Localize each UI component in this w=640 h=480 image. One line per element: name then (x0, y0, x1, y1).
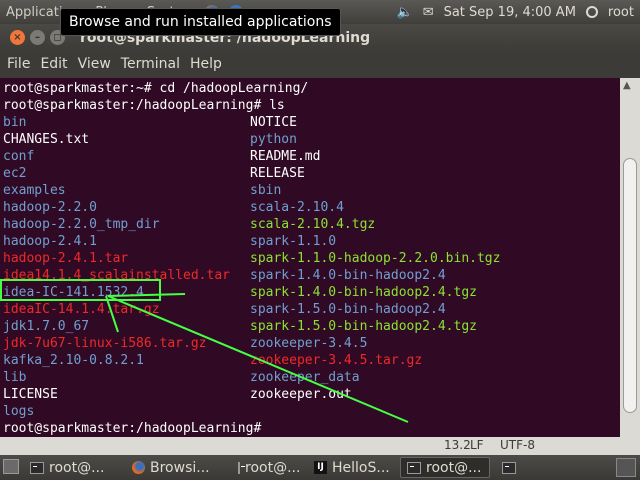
task-browser[interactable]: Browsi... (126, 457, 230, 478)
file-entry: python (250, 132, 297, 147)
volume-icon[interactable]: 🔈 (397, 5, 413, 20)
task-terminal-2[interactable]: root@... (232, 457, 306, 478)
terminal-icon (407, 461, 421, 474)
file-entry: conf (3, 149, 35, 164)
file-entry: lib (3, 370, 27, 385)
task-terminal-1[interactable]: root@... (24, 457, 124, 478)
line-ending: LF (470, 438, 484, 452)
file-entry: zookeeper_data (250, 370, 360, 385)
menu-edit[interactable]: Edit (40, 56, 67, 72)
file-entry: spark-1.1.0-hadoop-2.2.0.bin.tgz (250, 251, 501, 266)
task-terminal-3[interactable]: root@... (400, 457, 490, 478)
file-entry: idea14.1.4_scalainstalled.tar (3, 268, 230, 283)
task-label: root@... (245, 459, 301, 476)
clock[interactable]: Sat Sep 19, 4:00 AM (444, 5, 576, 20)
menu-view[interactable]: View (78, 56, 111, 72)
file-entry: ec2 (3, 166, 27, 181)
task-terminal-4[interactable] (496, 457, 522, 478)
file-entry: bin (3, 115, 27, 130)
file-entry: spark-1.5.0-bin-hadoop2.4 (250, 302, 446, 317)
file-entry: jdk-7u67-linux-i586.tar.gz (3, 336, 207, 351)
menu-help[interactable]: Help (190, 56, 222, 72)
file-entry: jdk1.7.0_67 (3, 319, 90, 334)
taskbar: root@... Browsi... root@... IJ HelloS...… (0, 455, 640, 480)
menu-file[interactable]: File (7, 56, 30, 72)
command-line: root@sparkmaster:/hadoopLearning# ls (3, 98, 285, 113)
scrollbar[interactable]: ▲ (620, 78, 640, 437)
file-entry: hadoop-2.2.0 (3, 200, 97, 215)
file-entry: hadoop-2.4.1.tar (3, 251, 129, 266)
intellij-icon: IJ (314, 461, 327, 474)
firefox-icon (132, 461, 145, 474)
terminal-icon (30, 461, 44, 474)
file-entry: LICENSE (3, 387, 58, 402)
menu-terminal[interactable]: Terminal (121, 56, 180, 72)
command-line: root@sparkmaster:~# cd /hadoopLearning/ (3, 81, 309, 96)
task-label: root@... (426, 459, 482, 476)
file-entry: ideaIC-14.1.4.tar.gz (3, 302, 160, 317)
terminal-icon (238, 461, 245, 474)
file-entry: sbin (250, 183, 282, 198)
menubar: File Edit View Terminal Help (0, 52, 640, 76)
close-button[interactable]: × (10, 30, 25, 45)
file-entry: spark-1.5.0-bin-hadoop2.4.tgz (250, 319, 477, 334)
file-entry: spark-1.4.0-bin-hadoop2.4 (250, 268, 446, 283)
scroll-up-arrow-icon[interactable]: ▲ (623, 80, 631, 91)
task-label: HelloS... (332, 459, 390, 476)
task-intellij[interactable]: IJ HelloS... (308, 457, 398, 478)
power-icon[interactable] (585, 6, 598, 18)
file-entry: zookeeper.out (250, 387, 352, 402)
file-entry: spark-1.1.0 (250, 234, 337, 249)
file-entry: zookeeper-3.4.5.tar.gz (250, 353, 423, 368)
file-entry: zookeeper-3.4.5 (250, 336, 368, 351)
task-label: Browsi... (150, 459, 210, 476)
file-entry: CHANGES.txt (3, 132, 90, 147)
mail-icon[interactable]: ✉ (423, 5, 434, 20)
file-entry: hadoop-2.2.0_tmp_dir (3, 217, 160, 232)
minimize-button[interactable]: – (30, 30, 45, 45)
file-entry: examples (3, 183, 66, 198)
terminal-output[interactable]: root@sparkmaster:~# cd /hadoopLearning/ … (0, 78, 620, 437)
prompt-line: root@sparkmaster:/hadoopLearning# (3, 421, 262, 436)
file-entry: kafka_2.10-0.8.2.1 (3, 353, 144, 368)
file-entry: scala-2.10.4 (250, 200, 344, 215)
file-entry: logs (3, 404, 35, 419)
file-entry: RELEASE (250, 166, 305, 181)
show-desktop-icon[interactable] (3, 459, 19, 474)
encoding: UTF-8 (500, 438, 535, 452)
file-entry: scala-2.10.4.tgz (250, 217, 376, 232)
file-entry: README.md (250, 149, 321, 164)
user-name[interactable]: root (608, 5, 634, 20)
file-entry: NOTICE (250, 115, 297, 130)
workspace-switcher[interactable] (616, 458, 636, 477)
tooltip: Browse and run installed applications (60, 8, 341, 36)
file-entry: spark-1.4.0-bin-hadoop2.4.tgz (250, 285, 477, 300)
task-label: root@... (49, 459, 105, 476)
terminal-icon (502, 461, 516, 474)
scroll-thumb[interactable] (623, 158, 637, 413)
cursor-position: 13.2 (444, 438, 471, 452)
file-entry: idea-IC-141.1532.4 (3, 285, 144, 300)
file-entry: hadoop-2.4.1 (3, 234, 97, 249)
status-strip: 13.2 LF UTF-8 (0, 437, 640, 455)
